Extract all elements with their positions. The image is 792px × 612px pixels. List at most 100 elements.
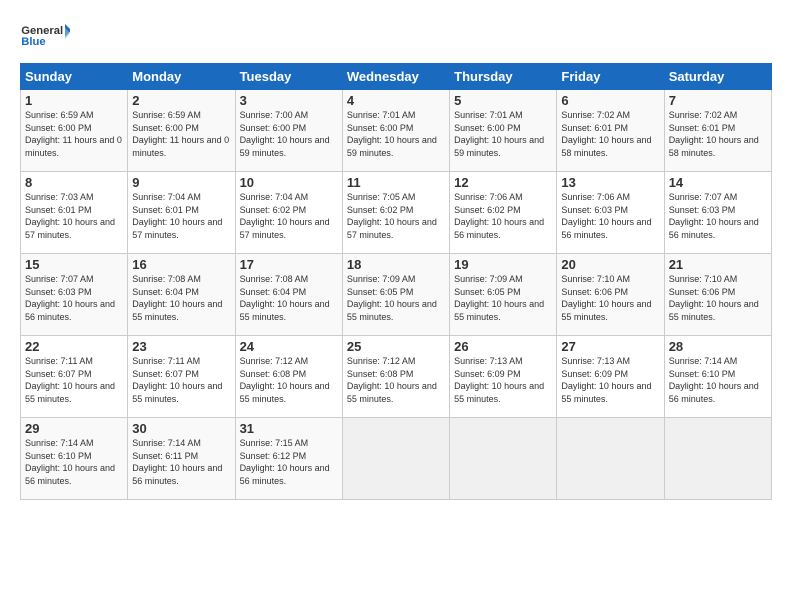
day-number: 16	[132, 257, 230, 272]
calendar-table: Sunday Monday Tuesday Wednesday Thursday…	[20, 63, 772, 500]
table-row: 30 Sunrise: 7:14 AMSunset: 6:11 PMDaylig…	[128, 418, 235, 500]
day-number: 7	[669, 93, 767, 108]
day-info: Sunrise: 7:05 AMSunset: 6:02 PMDaylight:…	[347, 192, 437, 240]
day-number: 3	[240, 93, 338, 108]
day-number: 1	[25, 93, 123, 108]
day-number: 10	[240, 175, 338, 190]
table-row: 7 Sunrise: 7:02 AMSunset: 6:01 PMDayligh…	[664, 90, 771, 172]
table-row: 4 Sunrise: 7:01 AMSunset: 6:00 PMDayligh…	[342, 90, 449, 172]
day-info: Sunrise: 7:13 AMSunset: 6:09 PMDaylight:…	[561, 356, 651, 404]
day-number: 14	[669, 175, 767, 190]
calendar-week-row: 1 Sunrise: 6:59 AMSunset: 6:00 PMDayligh…	[21, 90, 772, 172]
table-row: 28 Sunrise: 7:14 AMSunset: 6:10 PMDaylig…	[664, 336, 771, 418]
day-number: 18	[347, 257, 445, 272]
table-row: 27 Sunrise: 7:13 AMSunset: 6:09 PMDaylig…	[557, 336, 664, 418]
day-number: 31	[240, 421, 338, 436]
day-number: 26	[454, 339, 552, 354]
col-monday: Monday	[128, 64, 235, 90]
day-number: 19	[454, 257, 552, 272]
svg-text:General: General	[21, 25, 63, 37]
table-row	[450, 418, 557, 500]
day-info: Sunrise: 7:04 AMSunset: 6:01 PMDaylight:…	[132, 192, 222, 240]
day-number: 21	[669, 257, 767, 272]
day-info: Sunrise: 7:02 AMSunset: 6:01 PMDaylight:…	[669, 110, 759, 158]
day-info: Sunrise: 7:07 AMSunset: 6:03 PMDaylight:…	[25, 274, 115, 322]
day-number: 22	[25, 339, 123, 354]
calendar-week-row: 8 Sunrise: 7:03 AMSunset: 6:01 PMDayligh…	[21, 172, 772, 254]
table-row: 2 Sunrise: 6:59 AMSunset: 6:00 PMDayligh…	[128, 90, 235, 172]
day-info: Sunrise: 7:09 AMSunset: 6:05 PMDaylight:…	[347, 274, 437, 322]
table-row: 13 Sunrise: 7:06 AMSunset: 6:03 PMDaylig…	[557, 172, 664, 254]
table-row: 24 Sunrise: 7:12 AMSunset: 6:08 PMDaylig…	[235, 336, 342, 418]
day-number: 28	[669, 339, 767, 354]
table-row: 26 Sunrise: 7:13 AMSunset: 6:09 PMDaylig…	[450, 336, 557, 418]
day-info: Sunrise: 7:00 AMSunset: 6:00 PMDaylight:…	[240, 110, 330, 158]
day-number: 20	[561, 257, 659, 272]
day-info: Sunrise: 7:11 AMSunset: 6:07 PMDaylight:…	[132, 356, 222, 404]
day-number: 17	[240, 257, 338, 272]
table-row	[557, 418, 664, 500]
table-row: 22 Sunrise: 7:11 AMSunset: 6:07 PMDaylig…	[21, 336, 128, 418]
day-info: Sunrise: 7:09 AMSunset: 6:05 PMDaylight:…	[454, 274, 544, 322]
calendar-week-row: 15 Sunrise: 7:07 AMSunset: 6:03 PMDaylig…	[21, 254, 772, 336]
table-row: 20 Sunrise: 7:10 AMSunset: 6:06 PMDaylig…	[557, 254, 664, 336]
day-info: Sunrise: 7:04 AMSunset: 6:02 PMDaylight:…	[240, 192, 330, 240]
logo-svg: General Blue	[20, 18, 70, 53]
day-info: Sunrise: 7:02 AMSunset: 6:01 PMDaylight:…	[561, 110, 651, 158]
day-number: 6	[561, 93, 659, 108]
table-row: 21 Sunrise: 7:10 AMSunset: 6:06 PMDaylig…	[664, 254, 771, 336]
day-info: Sunrise: 7:10 AMSunset: 6:06 PMDaylight:…	[669, 274, 759, 322]
day-info: Sunrise: 7:12 AMSunset: 6:08 PMDaylight:…	[240, 356, 330, 404]
day-info: Sunrise: 7:15 AMSunset: 6:12 PMDaylight:…	[240, 438, 330, 486]
calendar-header-row: Sunday Monday Tuesday Wednesday Thursday…	[21, 64, 772, 90]
day-number: 23	[132, 339, 230, 354]
day-number: 29	[25, 421, 123, 436]
day-info: Sunrise: 7:07 AMSunset: 6:03 PMDaylight:…	[669, 192, 759, 240]
day-number: 11	[347, 175, 445, 190]
day-info: Sunrise: 6:59 AMSunset: 6:00 PMDaylight:…	[25, 110, 122, 158]
day-info: Sunrise: 7:12 AMSunset: 6:08 PMDaylight:…	[347, 356, 437, 404]
day-number: 4	[347, 93, 445, 108]
table-row: 31 Sunrise: 7:15 AMSunset: 6:12 PMDaylig…	[235, 418, 342, 500]
table-row: 5 Sunrise: 7:01 AMSunset: 6:00 PMDayligh…	[450, 90, 557, 172]
day-info: Sunrise: 7:01 AMSunset: 6:00 PMDaylight:…	[454, 110, 544, 158]
table-row: 16 Sunrise: 7:08 AMSunset: 6:04 PMDaylig…	[128, 254, 235, 336]
page: General Blue Sunday Monday Tuesday Wedne…	[0, 0, 792, 612]
table-row: 12 Sunrise: 7:06 AMSunset: 6:02 PMDaylig…	[450, 172, 557, 254]
table-row: 29 Sunrise: 7:14 AMSunset: 6:10 PMDaylig…	[21, 418, 128, 500]
table-row: 25 Sunrise: 7:12 AMSunset: 6:08 PMDaylig…	[342, 336, 449, 418]
day-number: 12	[454, 175, 552, 190]
day-number: 5	[454, 93, 552, 108]
header: General Blue	[20, 18, 772, 53]
table-row: 6 Sunrise: 7:02 AMSunset: 6:01 PMDayligh…	[557, 90, 664, 172]
table-row: 10 Sunrise: 7:04 AMSunset: 6:02 PMDaylig…	[235, 172, 342, 254]
day-info: Sunrise: 7:03 AMSunset: 6:01 PMDaylight:…	[25, 192, 115, 240]
day-info: Sunrise: 7:06 AMSunset: 6:03 PMDaylight:…	[561, 192, 651, 240]
day-info: Sunrise: 7:06 AMSunset: 6:02 PMDaylight:…	[454, 192, 544, 240]
day-info: Sunrise: 7:14 AMSunset: 6:10 PMDaylight:…	[669, 356, 759, 404]
day-number: 13	[561, 175, 659, 190]
table-row: 19 Sunrise: 7:09 AMSunset: 6:05 PMDaylig…	[450, 254, 557, 336]
table-row	[664, 418, 771, 500]
day-number: 2	[132, 93, 230, 108]
col-sunday: Sunday	[21, 64, 128, 90]
logo: General Blue	[20, 18, 70, 53]
day-info: Sunrise: 7:01 AMSunset: 6:00 PMDaylight:…	[347, 110, 437, 158]
day-info: Sunrise: 6:59 AMSunset: 6:00 PMDaylight:…	[132, 110, 229, 158]
table-row: 18 Sunrise: 7:09 AMSunset: 6:05 PMDaylig…	[342, 254, 449, 336]
day-number: 30	[132, 421, 230, 436]
table-row: 11 Sunrise: 7:05 AMSunset: 6:02 PMDaylig…	[342, 172, 449, 254]
day-info: Sunrise: 7:10 AMSunset: 6:06 PMDaylight:…	[561, 274, 651, 322]
table-row: 17 Sunrise: 7:08 AMSunset: 6:04 PMDaylig…	[235, 254, 342, 336]
calendar-week-row: 22 Sunrise: 7:11 AMSunset: 6:07 PMDaylig…	[21, 336, 772, 418]
day-number: 25	[347, 339, 445, 354]
day-number: 24	[240, 339, 338, 354]
table-row: 23 Sunrise: 7:11 AMSunset: 6:07 PMDaylig…	[128, 336, 235, 418]
calendar-week-row: 29 Sunrise: 7:14 AMSunset: 6:10 PMDaylig…	[21, 418, 772, 500]
day-number: 8	[25, 175, 123, 190]
col-thursday: Thursday	[450, 64, 557, 90]
day-info: Sunrise: 7:08 AMSunset: 6:04 PMDaylight:…	[132, 274, 222, 322]
col-tuesday: Tuesday	[235, 64, 342, 90]
table-row: 3 Sunrise: 7:00 AMSunset: 6:00 PMDayligh…	[235, 90, 342, 172]
col-wednesday: Wednesday	[342, 64, 449, 90]
